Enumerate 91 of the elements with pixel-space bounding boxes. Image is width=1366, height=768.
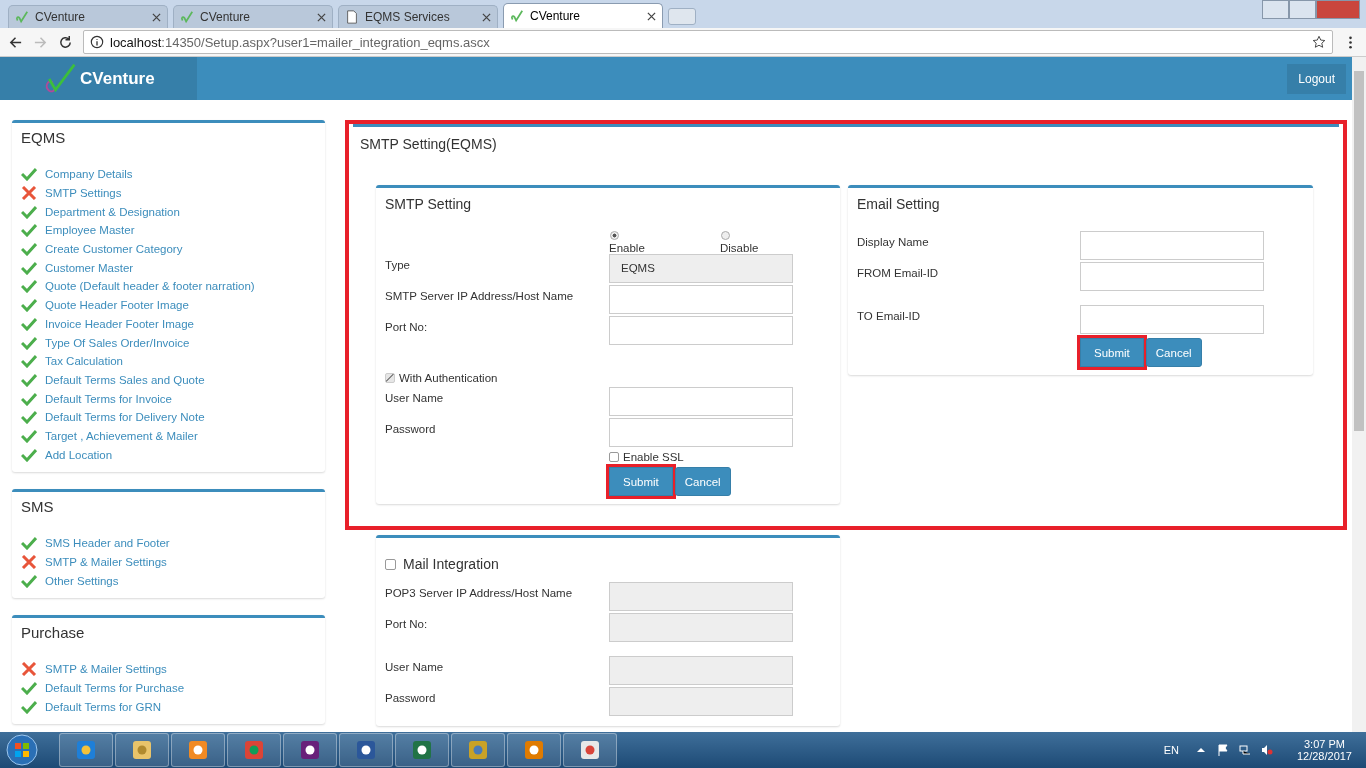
minimize-button[interactable]	[1262, 0, 1289, 19]
close-icon[interactable]	[482, 12, 491, 22]
input-field[interactable]	[1080, 262, 1264, 291]
sidebar-link[interactable]: Department & Designation	[45, 205, 180, 218]
input-field[interactable]	[609, 613, 793, 642]
input-field[interactable]	[609, 418, 793, 447]
field-label: SMTP Server IP Address/Host Name	[385, 289, 575, 302]
cancel-button[interactable]: Cancel	[1145, 338, 1202, 367]
input-field[interactable]	[609, 285, 793, 314]
sidebar-link[interactable]: Quote (Default header & footer narration)	[45, 280, 255, 293]
close-icon[interactable]	[152, 12, 161, 22]
field-label: FROM Email-ID	[857, 266, 940, 279]
check-logo-icon	[180, 10, 194, 24]
sidebar-link[interactable]: SMTP & Mailer Settings	[45, 663, 167, 676]
field-label: POP3 Server IP Address/Host Name	[385, 586, 574, 599]
maximize-button[interactable]	[1289, 0, 1316, 19]
radio-button[interactable]	[721, 231, 730, 240]
input-field[interactable]	[1080, 231, 1264, 260]
sidebar-link[interactable]: Default Terms for GRN	[45, 700, 162, 713]
input-field[interactable]	[1080, 305, 1264, 334]
sidebar-link[interactable]: Add Location	[45, 448, 113, 461]
checkbox[interactable]	[385, 558, 396, 570]
check-logo-icon	[15, 10, 29, 24]
sidebar-link[interactable]: Tax Calculation	[45, 355, 123, 368]
clock-date[interactable]: 12/28/2017	[1296, 750, 1352, 762]
sidebar-link[interactable]: Other Settings	[45, 574, 119, 587]
brand-name: CVenture	[80, 68, 155, 89]
field-label: User Name	[385, 391, 445, 404]
browser-tab[interactable]: CVenture	[173, 5, 333, 28]
browser-tab[interactable]: EQMS Services	[338, 5, 498, 28]
page-icon	[345, 10, 359, 24]
browser-tab[interactable]: CVenture	[8, 5, 168, 28]
radio-label: Enable	[609, 242, 645, 254]
sidebar-link[interactable]: Employee Master	[45, 224, 135, 237]
sidebar-link[interactable]: Default Terms for Invoice	[45, 392, 172, 405]
close-icon[interactable]	[317, 12, 326, 22]
checkbox[interactable]: With Authentication	[385, 369, 831, 387]
submit-button[interactable]: Submit	[1080, 338, 1144, 367]
sidebar-link[interactable]: Target , Achievement & Mailer	[45, 429, 198, 442]
check-logo-icon	[510, 9, 524, 23]
address-field[interactable]: localhost:14350/Setup.aspx?user1=mailer_integration_eqms.ascx	[83, 30, 1333, 54]
input-field[interactable]	[609, 687, 793, 716]
sidebar-link[interactable]: SMS Header and Footer	[45, 537, 170, 550]
input-field[interactable]	[609, 582, 793, 611]
input-field[interactable]: EQMS	[609, 254, 793, 283]
sidebar-link[interactable]: Quote Header Footer Image	[45, 299, 189, 312]
sidebar-link[interactable]: SMTP & Mailer Settings	[45, 556, 167, 569]
section-title: EQMS	[21, 129, 67, 146]
card-title: Email Setting	[857, 196, 941, 214]
radio-button[interactable]	[610, 231, 619, 240]
start-button[interactable]	[5, 733, 39, 767]
sidebar-link[interactable]: Default Terms Sales and Quote	[45, 373, 205, 386]
star-icon[interactable]	[1312, 35, 1326, 49]
info-icon	[90, 35, 104, 49]
card-title: SMTP Setting	[385, 196, 473, 214]
flag-icon[interactable]	[1216, 744, 1229, 756]
sidebar-link[interactable]: Company Details	[45, 168, 133, 181]
field-label: TO Email-ID	[857, 309, 922, 322]
sidebar-link[interactable]: Type Of Sales Order/Invoice	[45, 336, 190, 349]
submit-button[interactable]: Submit	[609, 467, 673, 496]
sidebar-link[interactable]: SMTP Settings	[45, 187, 122, 200]
card-title: Mail Integration	[403, 556, 499, 572]
input-field[interactable]	[609, 656, 793, 685]
sidebar-link[interactable]: Customer Master	[45, 261, 134, 274]
sidebar-link[interactable]: Invoice Header Footer Image	[45, 317, 194, 330]
cancel-button[interactable]: Cancel	[674, 467, 731, 496]
field-label: Port No:	[385, 320, 429, 333]
reload-icon[interactable]	[58, 34, 73, 50]
field-label: Password	[385, 422, 437, 435]
close-icon[interactable]	[647, 11, 656, 21]
sidebar-link[interactable]: Default Terms for Purchase	[45, 682, 185, 695]
field-label: User Name	[385, 660, 445, 673]
checkbox[interactable]: Enable SSL	[385, 449, 831, 465]
section-title: SMS	[21, 498, 55, 515]
section-title: Purchase	[21, 624, 86, 642]
field-label: Port No:	[385, 617, 429, 630]
sidebar-link[interactable]: Create Customer Category	[45, 243, 183, 256]
language-indicator[interactable]: EN	[1163, 744, 1179, 756]
sidebar-link[interactable]: Default Terms for Delivery Note	[45, 411, 205, 424]
field-label: Password	[385, 691, 437, 704]
field-label: Display Name	[857, 235, 930, 248]
logout-button[interactable]: Logout	[1287, 63, 1346, 94]
speaker-muted-icon[interactable]	[1260, 744, 1273, 756]
input-field[interactable]	[609, 316, 793, 345]
input-field[interactable]	[609, 387, 793, 416]
network-icon[interactable]	[1238, 744, 1251, 756]
scrollbar[interactable]	[1352, 57, 1366, 732]
browser-tab[interactable]: CVenture	[503, 3, 663, 28]
clock-time[interactable]: 3:07 PM	[1304, 738, 1345, 750]
radio-label: Disable	[720, 242, 759, 254]
field-label: Type	[385, 258, 411, 271]
